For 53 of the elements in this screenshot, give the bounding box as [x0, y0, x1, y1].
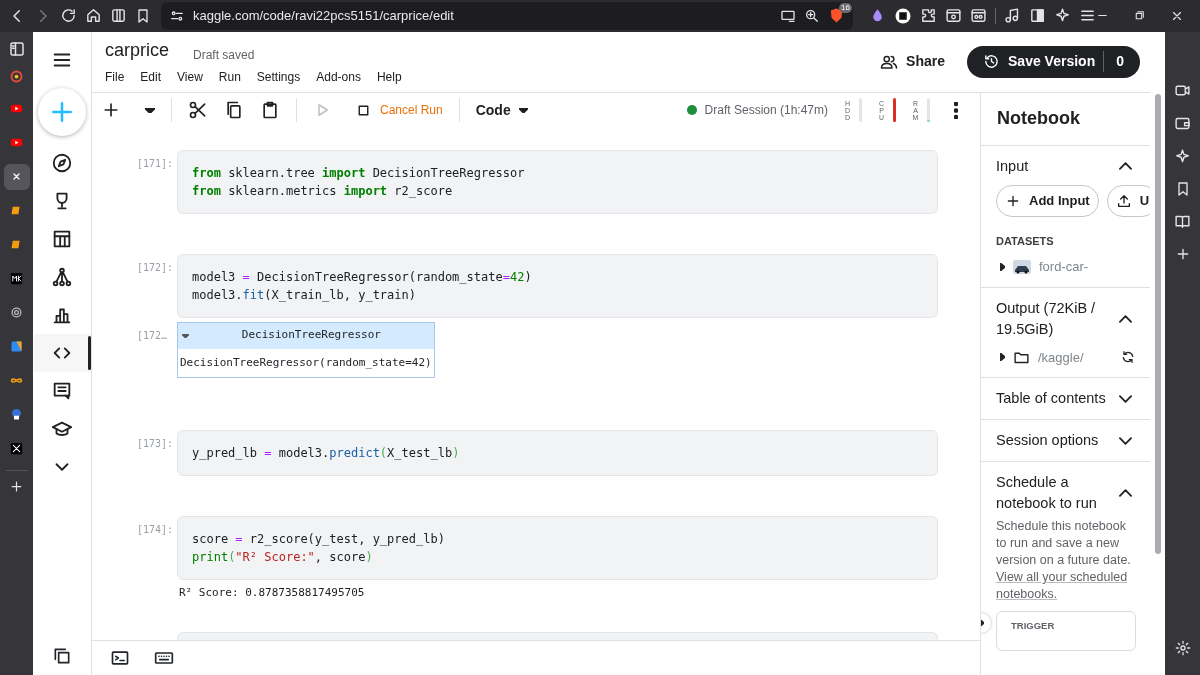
tree-item[interactable]: /kaggle/	[996, 347, 1136, 368]
url-text: kaggle.com/code/ravi22pcs5151/carprice/edit	[193, 7, 454, 26]
notebook-title[interactable]: carprice	[105, 37, 170, 65]
section-title: Input	[996, 156, 1029, 176]
menu-item[interactable]: Add-ons	[316, 68, 361, 87]
group-label: DATASETS	[996, 233, 1055, 249]
section-header[interactable]: Table of contents	[996, 388, 1136, 410]
version-count: 0	[1103, 51, 1124, 73]
cell-prompt: [171]:	[137, 156, 175, 171]
section-header[interactable]: Output (72KiB / 19.5GiB)	[996, 297, 1136, 340]
tree-item[interactable]: ford-car-	[996, 257, 1136, 277]
section-title: Table of contents	[996, 389, 1106, 409]
menu-item[interactable]: File	[105, 68, 125, 87]
output-prompt: [172…	[137, 328, 169, 343]
menu-item[interactable]: Help	[376, 68, 402, 87]
estimator-title: DecisionTreeRegressor	[241, 327, 381, 344]
save-status: Draft saved	[193, 47, 255, 65]
button-label: Save Version	[1008, 52, 1096, 72]
menu-item[interactable]: Settings	[256, 68, 301, 87]
menu-item[interactable]: View	[177, 68, 203, 87]
trigger-field[interactable]: TRIGGER	[996, 611, 1136, 652]
count-badge: 16	[839, 3, 852, 14]
panel-title: Notebook	[996, 106, 1081, 130]
add-input-button[interactable]: Add Input	[996, 184, 1099, 217]
section-header[interactable]: Session options	[996, 430, 1136, 452]
estimator-params: DecisionTreeRegressor(random_state=42)	[179, 354, 433, 371]
estimator-widget[interactable]: DecisionTreeRegressor DecisionTreeRegressor(random_state=42)	[177, 321, 435, 379]
description-text: Schedule this notebook to run and save a new version on a future date.	[996, 518, 1132, 570]
cell-prompt: [174]:	[137, 523, 175, 538]
section-header[interactable]: Input	[996, 155, 1136, 177]
section-title: Output (72KiB / 19.5GiB)	[996, 298, 1097, 339]
share-button[interactable]: Share	[874, 50, 952, 74]
menu-item[interactable]: Run	[218, 68, 241, 87]
output-text: R² Score: 0.8787358817495705	[178, 585, 366, 602]
scheduled-notebooks-link[interactable]: View all your scheduled notebooks.	[996, 569, 1136, 604]
cell-prompt: [172]:	[137, 260, 175, 275]
cell-type-dropdown[interactable]: Code	[475, 99, 528, 121]
section-title: Session options	[996, 431, 1099, 451]
item-name: ford-car-	[1039, 258, 1089, 277]
section-title: Schedule a notebook to run	[996, 473, 1098, 514]
estimator-header[interactable]: DecisionTreeRegressor	[178, 322, 434, 349]
menu-item[interactable]: Edit	[140, 68, 162, 87]
code-cell[interactable]: from sklearn.tree import DecisionTreeRegressor from sklearn.metrics import r2_score	[177, 149, 938, 214]
session-status: Draft Session (1h:47m)	[704, 102, 828, 120]
upload-button[interactable]: U	[1106, 184, 1150, 217]
cell-prompt: [173]:	[137, 437, 175, 452]
save-version-button[interactable]: Save Version 0	[967, 45, 1140, 78]
section-header[interactable]: Schedule a notebook to run	[996, 472, 1136, 515]
code-cell[interactable]: model3 = DecisionTreeRegressor(random_state=42) model3.fit(X_train_lb, y_train)	[177, 253, 938, 318]
address-bar[interactable]: kaggle.com/code/ravi22pcs5151/carprice/edit 16	[161, 1, 853, 30]
item-name: /kaggle/	[1038, 348, 1084, 367]
code-cell[interactable]: score = r2_score(y_test, y_pred_lb) print("R² Score:", score)	[177, 516, 938, 581]
code-cell[interactable]: y_pred_lb = model3.predict(X_test_lb)	[177, 430, 938, 477]
